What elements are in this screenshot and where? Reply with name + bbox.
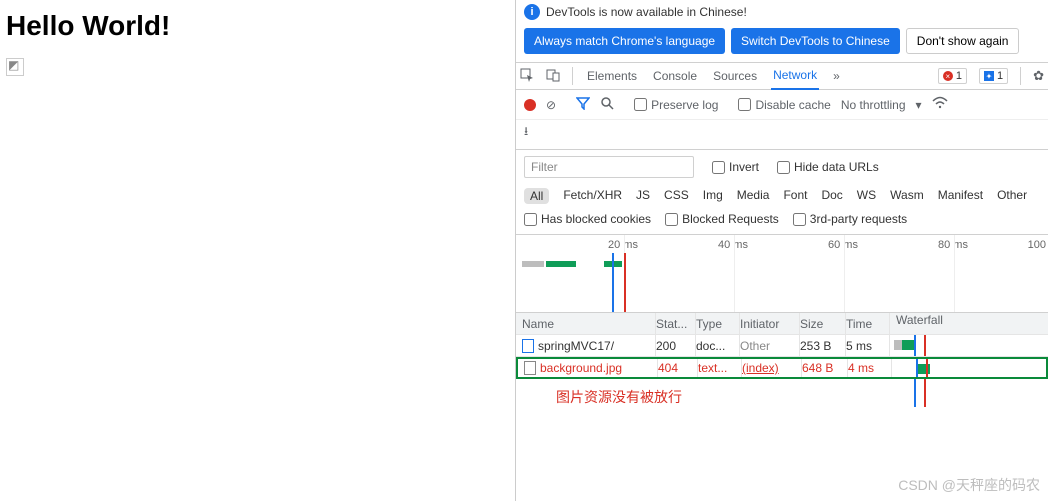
filter-css[interactable]: CSS — [664, 188, 689, 204]
network-conditions-icon[interactable] — [932, 96, 948, 113]
third-party-checkbox[interactable]: 3rd-party requests — [793, 212, 907, 226]
download-icon[interactable]: ⭳ — [524, 124, 528, 138]
filter-media[interactable]: Media — [737, 188, 770, 204]
document-icon — [522, 339, 534, 353]
page-title: Hello World! — [6, 10, 515, 42]
watermark: CSDN @天秤座的码农 — [898, 475, 1040, 495]
record-icon[interactable] — [524, 99, 536, 111]
error-badge[interactable]: ×1 — [938, 68, 967, 84]
infobar-text: DevTools is now available in Chinese! — [546, 5, 747, 19]
filter-wasm[interactable]: Wasm — [890, 188, 924, 204]
info-icon: i — [524, 4, 540, 20]
table-row[interactable]: background.jpg 404 text... (index) 648 B… — [516, 357, 1048, 379]
document-icon — [524, 361, 536, 375]
device-toggle-icon[interactable] — [546, 68, 560, 85]
match-language-button[interactable]: Always match Chrome's language — [524, 28, 725, 54]
filter-input[interactable]: Filter — [524, 156, 694, 178]
filter-doc[interactable]: Doc — [821, 188, 842, 204]
filter-font[interactable]: Font — [783, 188, 807, 204]
devtools-panel: i DevTools is now available in Chinese! … — [515, 0, 1048, 501]
filter-manifest[interactable]: Manifest — [938, 188, 983, 204]
tabs-overflow-icon[interactable]: » — [831, 63, 842, 89]
inspect-icon[interactable] — [520, 68, 534, 85]
search-icon[interactable] — [600, 96, 614, 113]
filter-all[interactable]: All — [524, 188, 549, 204]
blocked-cookies-checkbox[interactable]: Has blocked cookies — [524, 212, 651, 226]
initiator-link[interactable]: (index) — [742, 361, 779, 375]
settings-icon[interactable]: ✿ — [1033, 68, 1044, 84]
tab-elements[interactable]: Elements — [585, 63, 639, 89]
table-header: Name Stat... Type Initiator Size Time Wa… — [516, 313, 1048, 335]
filter-funnel-icon[interactable] — [576, 96, 590, 113]
filter-fetch[interactable]: Fetch/XHR — [563, 188, 622, 204]
filter-img[interactable]: Img — [703, 188, 723, 204]
info-badge[interactable]: ✦1 — [979, 68, 1008, 84]
clear-icon[interactable]: ⊘ — [546, 98, 556, 112]
invert-checkbox[interactable]: Invert — [712, 160, 759, 174]
disable-cache-checkbox[interactable]: Disable cache — [738, 98, 830, 112]
network-table: Name Stat... Type Initiator Size Time Wa… — [516, 313, 1048, 407]
tab-sources[interactable]: Sources — [711, 63, 759, 89]
filter-other[interactable]: Other — [997, 188, 1027, 204]
broken-image-icon — [6, 58, 24, 76]
preserve-log-checkbox[interactable]: Preserve log — [634, 98, 718, 112]
filter-js[interactable]: JS — [636, 188, 650, 204]
hide-data-urls-checkbox[interactable]: Hide data URLs — [777, 160, 879, 174]
col-status[interactable]: Stat... — [656, 313, 696, 334]
tab-network[interactable]: Network — [771, 62, 819, 90]
table-row[interactable]: springMVC17/ 200 doc... Other 253 B 5 ms — [516, 335, 1048, 357]
col-initiator[interactable]: Initiator — [740, 313, 800, 334]
dismiss-button[interactable]: Don't show again — [906, 28, 1020, 54]
timeline-overview[interactable]: 20 ms 40 ms 60 ms 80 ms 100 — [516, 235, 1048, 313]
chevron-down-icon[interactable]: ▾ — [916, 98, 922, 112]
col-time[interactable]: Time — [846, 313, 890, 334]
col-type[interactable]: Type — [696, 313, 740, 334]
infobar: i DevTools is now available in Chinese! — [516, 0, 1048, 24]
filter-ws[interactable]: WS — [857, 188, 876, 204]
throttling-select[interactable]: No throttling — [841, 98, 906, 112]
tab-console[interactable]: Console — [651, 63, 699, 89]
annotation-text: 图片资源没有被放行 — [516, 379, 1048, 407]
col-size[interactable]: Size — [800, 313, 846, 334]
col-name[interactable]: Name — [516, 313, 656, 334]
switch-language-button[interactable]: Switch DevTools to Chinese — [731, 28, 900, 54]
blocked-requests-checkbox[interactable]: Blocked Requests — [665, 212, 779, 226]
col-waterfall[interactable]: Waterfall — [890, 313, 1048, 334]
